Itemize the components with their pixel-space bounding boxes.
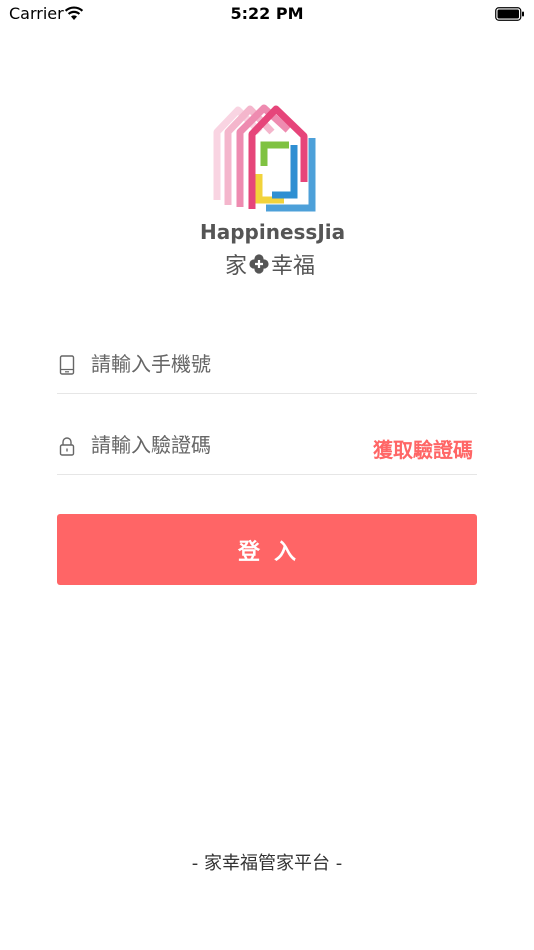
phone-field (57, 327, 477, 394)
verification-code-field: 獲取驗證碼 (57, 408, 477, 475)
verification-code-input[interactable] (91, 428, 391, 462)
brand-name-cn: 家 幸福 (200, 248, 340, 280)
footer-text: - 家幸福管家平台 - (191, 853, 343, 874)
clock: 5:22 PM (230, 4, 304, 23)
phone-icon (59, 355, 75, 379)
lock-icon (59, 436, 75, 460)
flower-icon (249, 254, 269, 280)
app-logo: HappinessJia 家 幸福 (200, 100, 346, 280)
login-button[interactable]: 登入 (57, 514, 477, 585)
battery-icon (495, 6, 525, 25)
brand-name-en: HappinessJia (200, 220, 346, 244)
get-code-button[interactable]: 獲取驗證碼 (373, 434, 473, 463)
status-bar: Carrier 5:22 PM (0, 0, 534, 30)
house-logo-icon (213, 104, 316, 212)
phone-input[interactable] (91, 347, 391, 381)
brand-name-cn-left: 家 (224, 254, 247, 279)
brand-name-cn-right: 幸福 (271, 254, 316, 279)
